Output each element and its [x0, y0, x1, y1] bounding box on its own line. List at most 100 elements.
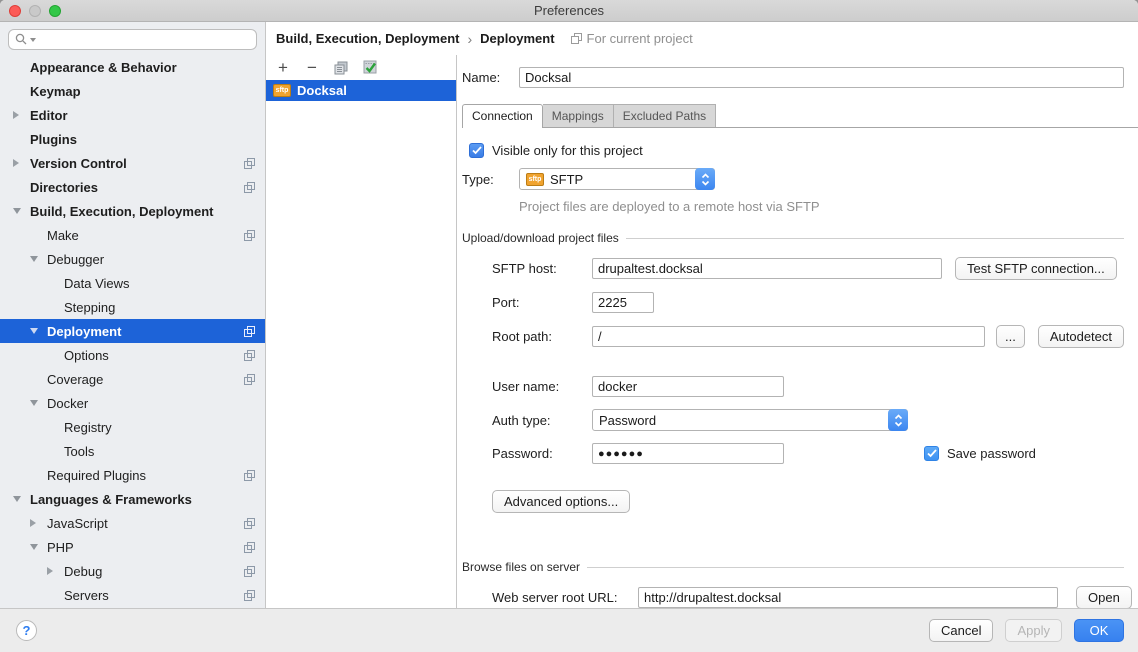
sftp-host-input[interactable]	[592, 258, 942, 279]
tree-arrow-icon[interactable]	[47, 567, 64, 575]
tab-excluded-paths[interactable]: Excluded Paths	[614, 104, 716, 127]
sidebar-item-php[interactable]: PHP	[0, 535, 265, 559]
upload-section-title: Upload/download project files	[462, 231, 619, 245]
tree-arrow-icon[interactable]	[30, 400, 47, 406]
use-as-default-icon[interactable]	[362, 60, 378, 76]
open-button[interactable]: Open	[1076, 586, 1132, 608]
sidebar-item-data-views[interactable]: Data Views	[0, 271, 265, 295]
settings-tree: Appearance & Behavior Keymap Editor Plug…	[0, 55, 265, 607]
project-level-icon	[571, 33, 582, 44]
port-input[interactable]	[592, 292, 654, 313]
breadcrumb-parent[interactable]: Build, Execution, Deployment	[276, 31, 459, 46]
password-label: Password:	[492, 446, 592, 461]
help-button[interactable]: ?	[16, 620, 37, 641]
web-root-input[interactable]	[638, 587, 1058, 608]
sidebar-item-coverage[interactable]: Coverage	[0, 367, 265, 391]
tree-item-label: PHP	[47, 540, 74, 555]
sidebar-item-debug[interactable]: Debug	[0, 559, 265, 583]
sidebar-item-registry[interactable]: Registry	[0, 415, 265, 439]
tree-item-label: Keymap	[30, 84, 81, 99]
sidebar-item-javascript[interactable]: JavaScript	[0, 511, 265, 535]
auth-type-select[interactable]: Password	[592, 409, 908, 431]
tree-arrow-icon[interactable]	[13, 208, 30, 214]
cancel-button[interactable]: Cancel	[929, 619, 993, 642]
visible-only-label: Visible only for this project	[492, 143, 643, 158]
tree-arrow-icon[interactable]	[13, 496, 30, 502]
sidebar-item-tools[interactable]: Tools	[0, 439, 265, 463]
deployment-form: Name: Connection Mappings Excluded Paths…	[457, 55, 1138, 608]
server-name: Docksal	[297, 83, 347, 98]
tree-item-label: Directories	[30, 180, 98, 195]
sidebar-item-directories[interactable]: Directories	[0, 175, 265, 199]
server-list-item-docksal[interactable]: sftp Docksal	[266, 80, 456, 101]
name-row: Name:	[462, 67, 1138, 88]
port-label: Port:	[492, 295, 592, 310]
scope-label: For current project	[587, 31, 693, 46]
sidebar-item-options[interactable]: Options	[0, 343, 265, 367]
tree-arrow-icon[interactable]	[30, 519, 47, 527]
search-input[interactable]	[40, 33, 250, 47]
type-select[interactable]: sftp SFTP	[519, 168, 715, 190]
sidebar-item-appearance-behavior[interactable]: Appearance & Behavior	[0, 55, 265, 79]
browse-root-path-button[interactable]: ...	[996, 325, 1025, 348]
settings-sidebar: Appearance & Behavior Keymap Editor Plug…	[0, 22, 266, 608]
settings-search-field[interactable]	[8, 29, 257, 50]
sidebar-item-make[interactable]: Make	[0, 223, 265, 247]
user-name-input[interactable]	[592, 376, 784, 397]
preferences-window: Preferences Appearance & Behavior Keymap	[0, 0, 1138, 652]
project-level-icon	[244, 349, 255, 364]
test-sftp-connection-button[interactable]: Test SFTP connection...	[955, 257, 1117, 280]
tree-arrow-icon[interactable]	[13, 111, 30, 119]
autodetect-button[interactable]: Autodetect	[1038, 325, 1124, 348]
breadcrumb-current: Deployment	[480, 31, 554, 46]
ok-button[interactable]: OK	[1074, 619, 1124, 642]
sidebar-item-servers[interactable]: Servers	[0, 583, 265, 607]
root-path-row: Root path: ... Autodetect	[492, 325, 1138, 348]
sidebar-item-editor[interactable]: Editor	[0, 103, 265, 127]
sftp-type-icon: sftp	[526, 173, 544, 186]
sidebar-item-keymap[interactable]: Keymap	[0, 79, 265, 103]
sidebar-item-required-plugins[interactable]: Required Plugins	[0, 463, 265, 487]
remove-server-button[interactable]: −	[304, 60, 320, 76]
sidebar-item-stepping[interactable]: Stepping	[0, 295, 265, 319]
duplicate-server-icon[interactable]	[333, 60, 349, 76]
web-root-label: Web server root URL:	[492, 590, 632, 605]
scope-indicator: For current project	[571, 31, 693, 46]
server-list-toolbar: + −	[266, 55, 456, 80]
tab-mappings[interactable]: Mappings	[543, 104, 614, 127]
tree-arrow-icon[interactable]	[30, 328, 47, 334]
sidebar-item-plugins[interactable]: Plugins	[0, 127, 265, 151]
upload-section-header: Upload/download project files	[462, 231, 1138, 245]
sidebar-item-build-execution-deployment[interactable]: Build, Execution, Deployment	[0, 199, 265, 223]
project-level-icon	[244, 373, 255, 388]
tree-arrow-icon[interactable]	[30, 544, 47, 550]
tree-item-label: Coverage	[47, 372, 103, 387]
password-input[interactable]	[592, 443, 784, 464]
visible-only-checkbox[interactable]	[469, 143, 484, 158]
tree-item-label: Servers	[64, 588, 109, 603]
sidebar-item-deployment[interactable]: Deployment	[0, 319, 265, 343]
sidebar-item-debugger[interactable]: Debugger	[0, 247, 265, 271]
sidebar-item-version-control[interactable]: Version Control	[0, 151, 265, 175]
tree-item-label: Options	[64, 348, 109, 363]
tab-connection[interactable]: Connection	[462, 104, 543, 128]
advanced-options-button[interactable]: Advanced options...	[492, 490, 630, 513]
sidebar-item-docker[interactable]: Docker	[0, 391, 265, 415]
tree-item-label: Build, Execution, Deployment	[30, 204, 213, 219]
section-divider	[587, 567, 1124, 568]
name-input[interactable]	[519, 67, 1124, 88]
search-options-caret-icon[interactable]	[30, 38, 36, 42]
root-path-input[interactable]	[592, 326, 985, 347]
sidebar-item-languages-frameworks[interactable]: Languages & Frameworks	[0, 487, 265, 511]
select-stepper-icon[interactable]	[888, 409, 908, 431]
type-label: Type:	[462, 172, 514, 187]
select-stepper-icon[interactable]	[695, 168, 715, 190]
project-level-icon	[244, 589, 255, 604]
apply-button: Apply	[1005, 619, 1062, 642]
port-row: Port:	[492, 292, 1138, 313]
sftp-host-row: SFTP host: Test SFTP connection...	[492, 257, 1138, 280]
tree-arrow-icon[interactable]	[30, 256, 47, 262]
tree-arrow-icon[interactable]	[13, 159, 30, 167]
add-server-button[interactable]: +	[275, 60, 291, 76]
save-password-checkbox[interactable]	[924, 446, 939, 461]
